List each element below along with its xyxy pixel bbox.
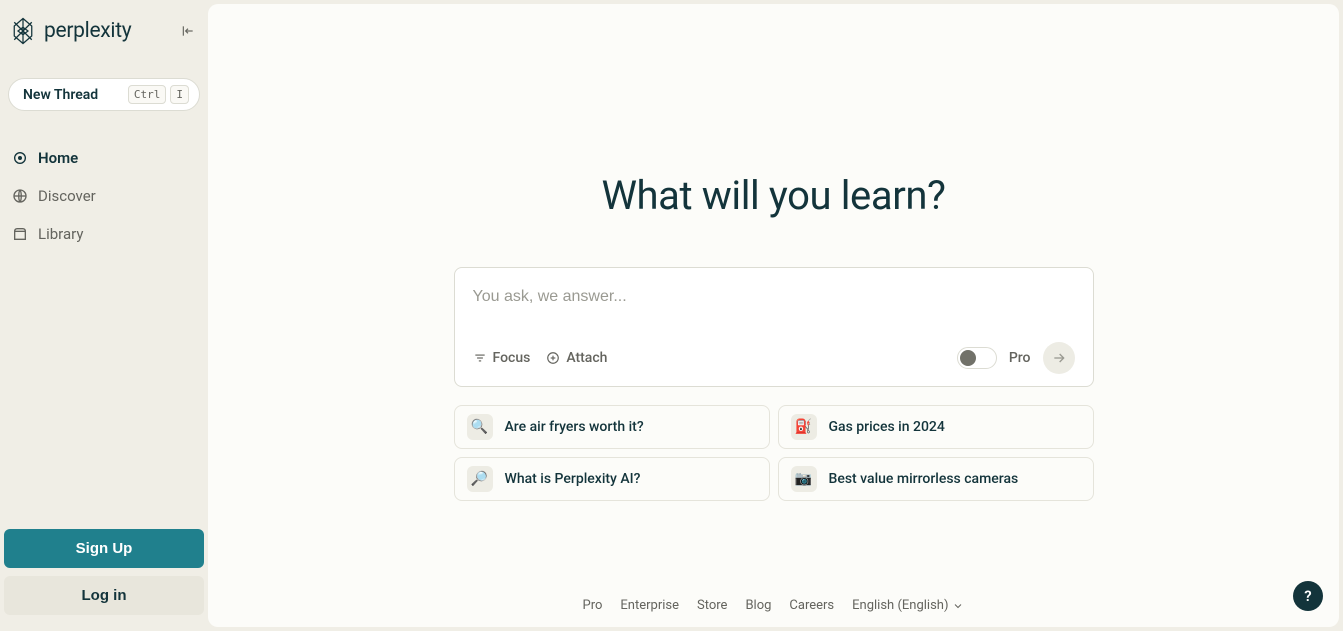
pro-label: Pro <box>1009 350 1031 366</box>
suggestion-text: What is Perplexity AI? <box>505 471 641 487</box>
suggestions-grid: 🔍 Are air fryers worth it? ⛽ Gas prices … <box>454 405 1094 501</box>
camera-icon: 📷 <box>791 466 817 492</box>
main-panel: What will you learn? Focus Attach Pro <box>208 4 1339 627</box>
new-thread-shortcut: Ctrl I <box>128 85 189 104</box>
chevron-down-icon <box>952 600 964 612</box>
logo-row: perplexity <box>0 12 208 50</box>
right-controls: Pro <box>957 342 1075 374</box>
suggestion-text: Are air fryers worth it? <box>505 419 644 435</box>
attach-button[interactable]: Attach <box>546 350 607 366</box>
help-button[interactable]: ? <box>1293 581 1323 611</box>
suggestion-item[interactable]: 🔍 Are air fryers worth it? <box>454 405 770 449</box>
submit-button[interactable] <box>1043 342 1075 374</box>
nav-label: Home <box>38 149 78 167</box>
magnifier-icon: 🔍 <box>467 414 493 440</box>
focus-icon <box>473 351 487 365</box>
nav-item-discover[interactable]: Discover <box>0 177 208 215</box>
nav-item-home[interactable]: Home <box>0 139 208 177</box>
signup-button[interactable]: Sign Up <box>4 529 204 568</box>
magnifier-icon: 🔎 <box>467 466 493 492</box>
footer-links: Pro Enterprise Store Blog Careers Englis… <box>583 598 965 613</box>
suggestion-text: Best value mirrorless cameras <box>829 471 1019 487</box>
language-select[interactable]: English (English) <box>852 598 964 613</box>
gas-pump-icon: ⛽ <box>791 414 817 440</box>
toggle-knob <box>960 350 976 366</box>
new-thread-label: New Thread <box>23 87 98 103</box>
search-box: Focus Attach Pro <box>454 267 1094 387</box>
search-controls: Focus Attach Pro <box>473 342 1075 374</box>
suggestion-item[interactable]: 🔎 What is Perplexity AI? <box>454 457 770 501</box>
footer-link-careers[interactable]: Careers <box>789 598 834 613</box>
logo-text: perplexity <box>44 19 131 43</box>
sidebar-bottom: Sign Up Log in <box>0 525 208 619</box>
focus-label: Focus <box>493 350 531 366</box>
library-icon <box>12 226 28 242</box>
collapse-sidebar-button[interactable] <box>176 19 200 43</box>
login-button[interactable]: Log in <box>4 576 204 615</box>
logo-icon <box>8 16 38 46</box>
nav-label: Library <box>38 225 83 243</box>
kbd-ctrl: Ctrl <box>128 85 167 104</box>
suggestion-item[interactable]: ⛽ Gas prices in 2024 <box>778 405 1094 449</box>
suggestion-text: Gas prices in 2024 <box>829 419 945 435</box>
help-icon: ? <box>1304 587 1311 605</box>
discover-icon <box>12 188 28 204</box>
footer-link-enterprise[interactable]: Enterprise <box>620 598 679 613</box>
sidebar: perplexity New Thread Ctrl I Home Discov… <box>0 0 208 631</box>
attach-label: Attach <box>566 350 607 366</box>
kbd-i: I <box>170 85 189 104</box>
hero-title: What will you learn? <box>601 172 945 219</box>
collapse-icon <box>181 24 195 38</box>
language-label: English (English) <box>852 598 948 613</box>
nav-item-library[interactable]: Library <box>0 215 208 253</box>
home-icon <box>12 150 28 166</box>
footer-link-pro[interactable]: Pro <box>583 598 603 613</box>
focus-button[interactable]: Focus <box>473 350 531 366</box>
nav-label: Discover <box>38 187 96 205</box>
arrow-right-icon <box>1051 350 1067 366</box>
suggestion-item[interactable]: 📷 Best value mirrorless cameras <box>778 457 1094 501</box>
footer-link-store[interactable]: Store <box>697 598 727 613</box>
nav-list: Home Discover Library <box>0 135 208 257</box>
attach-icon <box>546 351 560 365</box>
search-input[interactable] <box>473 288 1075 306</box>
pro-toggle[interactable] <box>957 347 997 369</box>
new-thread-button[interactable]: New Thread Ctrl I <box>8 78 200 111</box>
footer-link-blog[interactable]: Blog <box>745 598 771 613</box>
